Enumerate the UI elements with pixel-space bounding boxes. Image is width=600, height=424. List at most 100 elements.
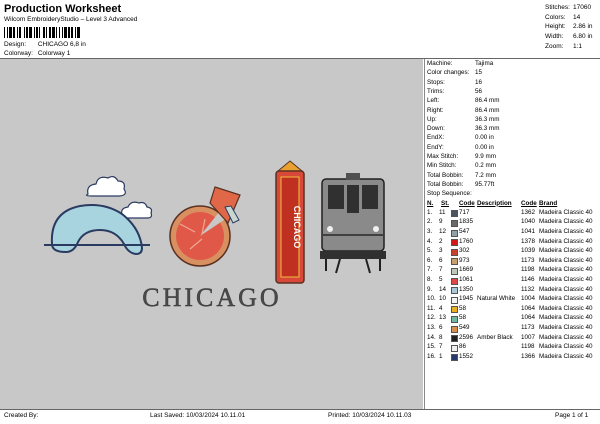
thread-brand: Madeira Classic 40 (539, 256, 593, 264)
barcode (4, 27, 80, 38)
sequence-row: 12. 13 58 1064 Madeira Classic 40 (427, 314, 599, 323)
barcode-bar (13, 27, 15, 38)
colorway-label: Colorway: (4, 50, 33, 57)
color-swatch (451, 210, 458, 218)
barcode-bar (68, 27, 70, 38)
thread-brand: Madeira Classic 40 (539, 218, 593, 226)
info-row: Trims: 56 (427, 88, 482, 95)
barcode-bar (71, 27, 73, 38)
stat-value: 6.80 in (573, 33, 593, 41)
stitch-count: 1146 (521, 276, 535, 283)
page-title: Production Worksheet (4, 3, 122, 15)
thread-code: 86 (459, 343, 467, 351)
thread-code: 1945 (459, 295, 474, 303)
stitch-order: 1 (439, 352, 443, 360)
stop-number: 2. (427, 218, 433, 226)
stitch-order: 4 (439, 304, 443, 312)
thread-description: Amber Black (477, 333, 513, 341)
stat-value: 1:1 (573, 42, 583, 50)
info-label: Max Stitch: (427, 153, 459, 160)
info-label: Down: (427, 125, 445, 133)
stat-value: 2.86 in (573, 23, 593, 31)
stitch-order: 6 (439, 256, 443, 264)
stop-number: 15. (427, 343, 436, 351)
info-label: Left: (427, 97, 440, 105)
stitch-order: 7 (439, 343, 443, 351)
design-label: Design: (4, 41, 27, 48)
thread-code: 302 (459, 247, 470, 255)
chicago-theater-sign-icon: CHICAGO (275, 160, 305, 284)
color-swatch (451, 229, 458, 237)
sequence-row: 2. 9 1835 1040 Madeira Classic 40 (427, 218, 599, 227)
info-value: 16 (475, 78, 483, 86)
thread-code: 58 (459, 304, 467, 312)
sequence-row: 8. 5 1061 1146 Madeira Classic 40 (427, 276, 599, 285)
info-value: 36.3 mm (475, 115, 500, 123)
thread-code: 547 (459, 228, 470, 235)
info-label: Machine: (427, 60, 453, 67)
stitch-count: 1198 (521, 343, 535, 351)
barcode-bar (46, 27, 47, 38)
info-value: 95.77ft (475, 180, 495, 188)
stat-label: Zoom: (545, 42, 564, 50)
stitch-order: 3 (439, 247, 443, 255)
barcode-bar (26, 27, 28, 38)
info-label: Trims: (427, 87, 445, 95)
info-value: 86.4 mm (475, 97, 500, 105)
sequence-row: 13. 6 549 1173 Madeira Classic 40 (427, 324, 599, 333)
sign-text: CHICAGO (292, 206, 302, 249)
info-value: 0.00 in (475, 134, 494, 142)
design-text: CHICAGO (142, 283, 281, 312)
barcode-bar (43, 27, 45, 38)
info-label: Stops: (427, 78, 445, 86)
info-row: Stops: 16 (427, 79, 482, 86)
color-swatch (451, 306, 458, 314)
thread-brand: Madeira Classic 40 (539, 304, 593, 312)
stat-stitches: Stitches: 17060 (545, 3, 593, 13)
colorway-row: Colorway: Colorway 1 (4, 50, 70, 57)
color-swatch (451, 335, 458, 343)
info-row: Total Bobbin: 7.2 mm (427, 172, 496, 179)
color-swatch (451, 267, 458, 275)
thread-brand: Madeira Classic 40 (539, 266, 593, 274)
machine-info-panel: Machine: Tajima Color changes: 15 Stops: 16 Tr… (427, 59, 599, 409)
barcode-bar (75, 27, 76, 38)
column-header: Description (477, 199, 512, 207)
stitch-count: 1039 (521, 247, 536, 255)
thread-code: 973 (459, 256, 470, 264)
created-by: Created By: (4, 412, 39, 419)
column-header: Code (459, 199, 475, 207)
stop-number: 9. (427, 285, 433, 293)
stop-number: 7. (427, 266, 433, 274)
stop-number: 8. (427, 276, 433, 283)
stop-number: 5. (427, 247, 433, 255)
stitch-order: 9 (439, 218, 443, 226)
info-label: EndX: (427, 134, 445, 142)
stat-value: 17060 (573, 4, 592, 11)
color-swatch (451, 239, 458, 247)
thread-code: 1669 (459, 266, 474, 274)
stitch-count: 1378 (521, 237, 536, 245)
sequence-row: 9. 14 1350 1132 Madeira Classic 40 (427, 286, 599, 295)
color-swatch (451, 296, 458, 304)
thread-code: 1835 (459, 218, 474, 226)
sequence-row: 10. 10 1945 Natural White 1004 Madeira Classi… (427, 295, 599, 304)
barcode-bar (62, 27, 63, 38)
barcode-bar (49, 27, 51, 38)
color-swatch (451, 344, 458, 352)
stitch-count: 1173 (521, 256, 535, 264)
info-label: EndY: (427, 143, 444, 151)
stitch-count: 1132 (521, 285, 535, 293)
barcode-bar (59, 27, 60, 38)
info-value: 7.2 mm (475, 171, 496, 179)
thread-brand: Madeira Classic 40 (539, 285, 593, 293)
info-label: Up: (427, 115, 437, 123)
sequence-row: 3. 12 547 1041 Madeira Classic 40 (427, 228, 599, 237)
stat-label: Colors: (545, 13, 566, 21)
design-value: CHICAGO 6,8 in (37, 41, 86, 48)
barcode-bar (34, 27, 35, 38)
thread-brand: Madeira Classic 40 (539, 237, 593, 245)
stitch-count: 1064 (521, 304, 536, 312)
stat-label: Height: (545, 23, 566, 31)
stitch-order: 5 (439, 276, 443, 283)
